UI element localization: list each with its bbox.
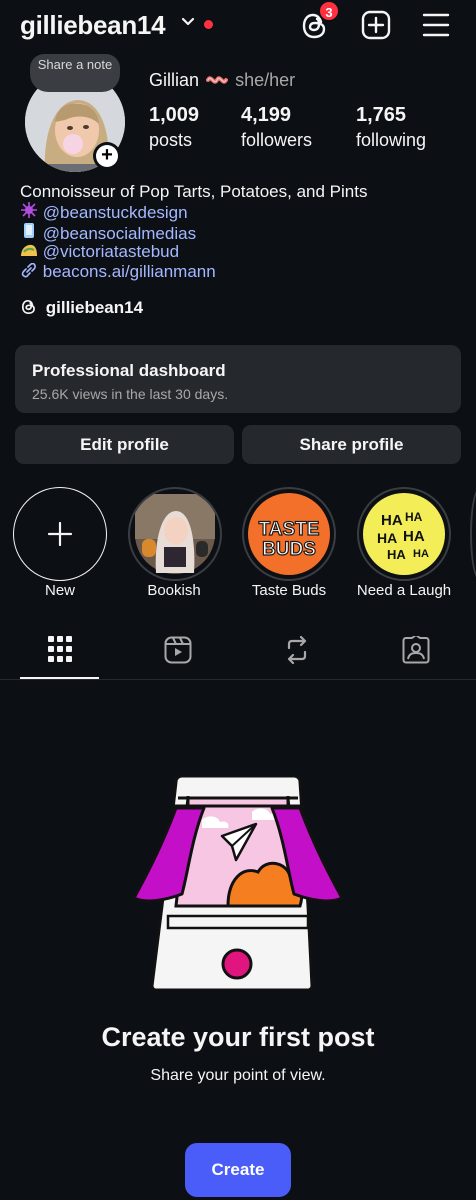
followers-label: followers	[241, 130, 313, 150]
highlight-taste-buds-label: Taste Buds	[251, 582, 327, 599]
following-label: following	[356, 130, 427, 150]
bio-mention-victoriatastebud[interactable]: @victoriatastebud	[43, 242, 179, 261]
notification-dot	[204, 20, 213, 29]
posts-label: posts	[149, 130, 193, 150]
svg-text:HA: HA	[381, 512, 403, 529]
svg-text:HA: HA	[413, 548, 429, 560]
taco-emoji-icon	[20, 242, 38, 262]
reels-tab-icon[interactable]	[164, 636, 192, 664]
chevron-down-icon[interactable]	[180, 14, 196, 30]
highlight-new-label: New	[44, 582, 75, 599]
create-icon[interactable]	[361, 10, 391, 40]
highlight-new[interactable]	[13, 487, 107, 581]
empty-state-subtitle: Share your point of view.	[150, 1067, 326, 1084]
highlight-bookish[interactable]	[128, 487, 222, 581]
empty-state-title: Create your first post	[101, 1022, 375, 1052]
username-switcher[interactable]: gilliebean14	[20, 10, 166, 41]
menu-icon[interactable]	[422, 12, 450, 38]
svg-text:HA: HA	[387, 547, 406, 562]
edit-profile-button[interactable]: Edit profile	[15, 425, 234, 464]
share-note-bubble[interactable]: Share a note	[30, 54, 120, 92]
highlight-taste-buds[interactable]: TASTE BUDS	[242, 487, 336, 581]
top-bar: gilliebean14 3	[0, 0, 476, 54]
plus-icon	[47, 521, 73, 547]
bookish-cover-image	[135, 494, 215, 574]
create-post-illustration	[132, 776, 344, 990]
add-story-button[interactable]: +	[93, 142, 121, 170]
svg-text:HA: HA	[403, 528, 425, 545]
threads-profile-link[interactable]: gilliebean14	[20, 298, 143, 318]
highlight-need-a-laugh[interactable]: HA HA HA HA HA HA	[357, 487, 451, 581]
stat-following[interactable]: 1,765 following	[356, 104, 426, 151]
reposts-tab-icon[interactable]	[284, 636, 310, 664]
need-a-laugh-cover-image: HA HA HA HA HA HA	[363, 493, 445, 575]
pronouns: she/her	[235, 70, 296, 90]
threads-badge: 3	[318, 0, 340, 22]
threads-username: gilliebean14	[45, 298, 144, 317]
svg-text:HA: HA	[377, 530, 397, 546]
highlight-bookish-label: Bookish	[147, 582, 201, 599]
share-profile-button[interactable]: Share profile	[242, 425, 461, 464]
tagged-tab-icon[interactable]	[402, 636, 430, 664]
display-name: Gillian	[149, 70, 200, 90]
svg-text:TASTE: TASTE	[259, 519, 320, 540]
profile-bio: Connoisseur of Pop Tarts, Potatoes, and …	[20, 182, 367, 282]
stat-posts[interactable]: 1,009 posts	[149, 104, 199, 151]
tab-divider	[0, 679, 476, 680]
name-line: Gillian she/her	[149, 70, 295, 91]
svg-text:BUDS: BUDS	[262, 539, 316, 560]
dashboard-subtitle: 25.6K views in the last 30 days.	[32, 386, 229, 402]
link-icon	[21, 262, 36, 278]
sparkle-emoji-icon	[20, 202, 38, 223]
svg-text:HA: HA	[405, 510, 423, 524]
professional-dashboard-card[interactable]: Professional dashboard 25.6K views in th…	[15, 345, 461, 413]
followers-count: 4,199	[241, 104, 292, 126]
highlight-partial[interactable]	[470, 487, 476, 581]
threads-small-icon	[21, 299, 35, 315]
following-count: 1,765	[356, 104, 407, 126]
posts-count: 1,009	[149, 104, 200, 126]
bio-line-1: Connoisseur of Pop Tarts, Potatoes, and …	[20, 182, 368, 201]
highlight-need-a-laugh-label: Need a Laugh	[356, 582, 452, 599]
taste-buds-cover-image: TASTE BUDS	[248, 493, 330, 575]
create-post-button[interactable]: Create	[185, 1143, 291, 1197]
bio-mention-beansocialmedias[interactable]: @beansocialmedias	[43, 224, 196, 243]
bio-link[interactable]: beacons.ai/gillianmann	[43, 262, 216, 281]
bacon-icon	[206, 76, 229, 84]
bio-mention-beanstuckdesign[interactable]: @beanstuckdesign	[43, 203, 188, 222]
stat-followers[interactable]: 4,199 followers	[241, 104, 312, 151]
dashboard-title: Professional dashboard	[32, 361, 226, 380]
plus-icon: +	[96, 145, 118, 167]
grid-tab-icon[interactable]	[48, 636, 72, 662]
phone-emoji-icon	[20, 222, 38, 244]
